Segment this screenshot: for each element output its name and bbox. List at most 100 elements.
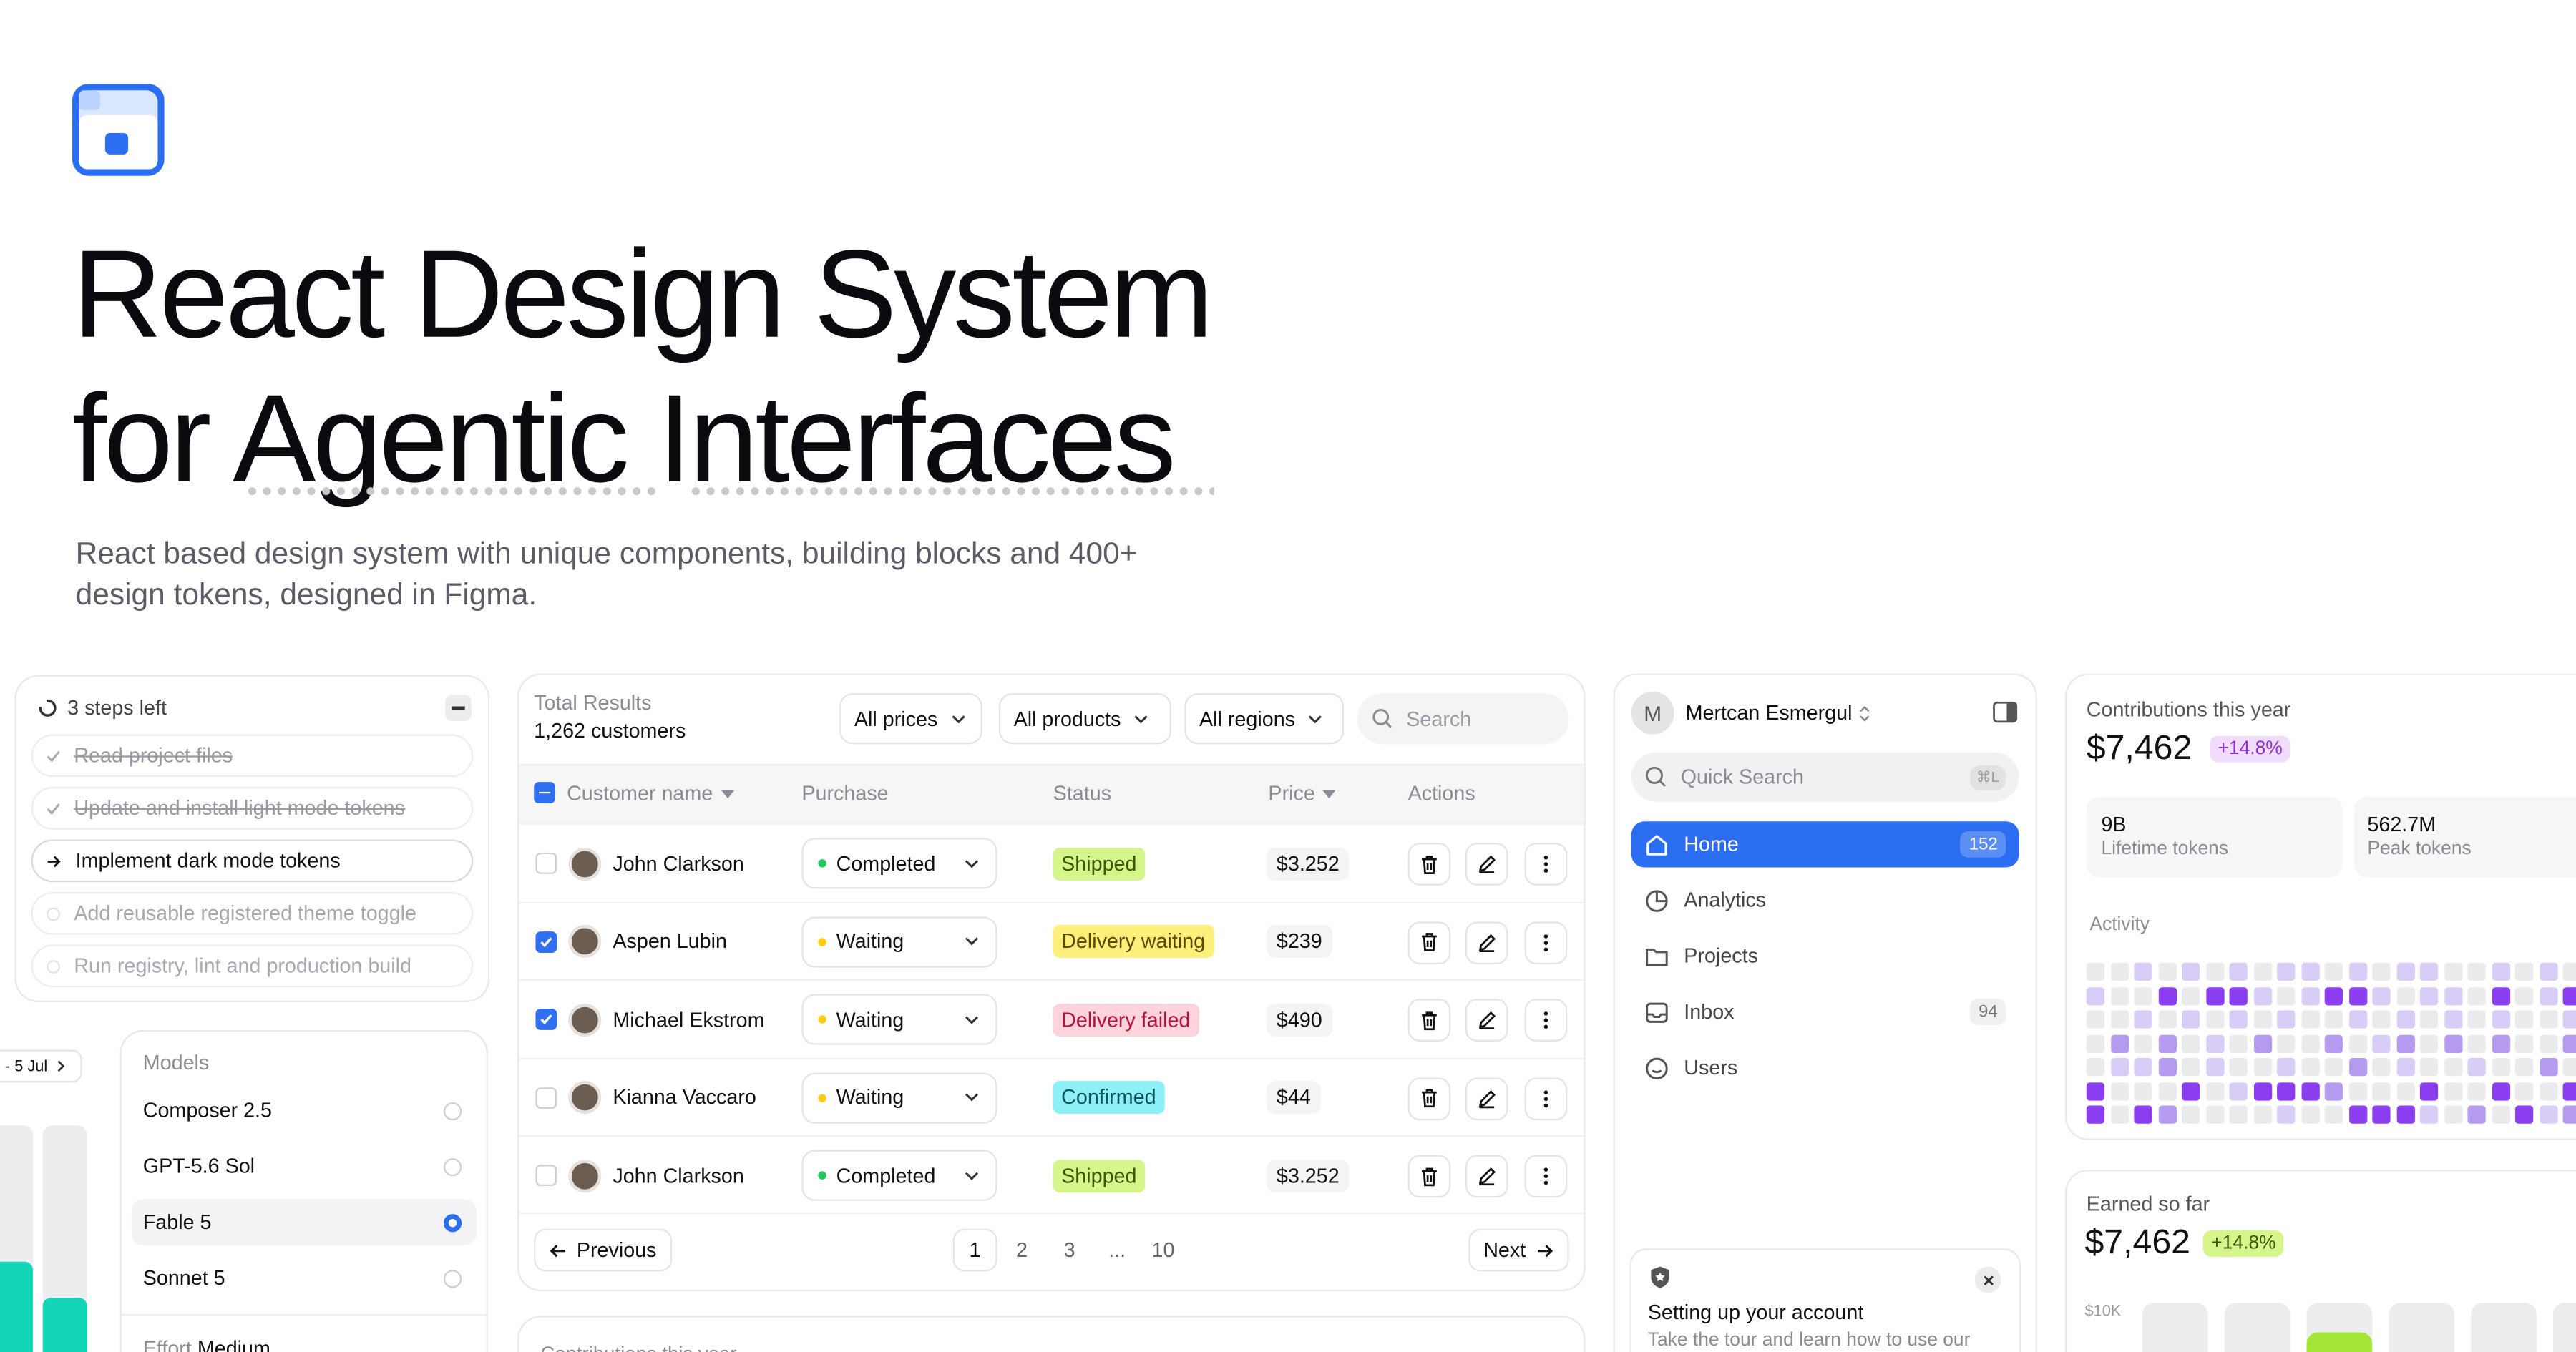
total-results-label: Total Results [534, 691, 652, 715]
column-purchase[interactable]: Purchase [801, 782, 888, 805]
row-checkbox[interactable] [535, 1059, 557, 1136]
radio-button-selected[interactable] [443, 1213, 462, 1232]
sidebar-toggle-icon[interactable] [1993, 701, 2018, 723]
filter-products[interactable]: All products [998, 693, 1171, 745]
activity-cell [2324, 986, 2343, 1005]
page-button[interactable]: 2 [1005, 1229, 1038, 1272]
stat-value: 9B [2101, 813, 2127, 836]
filter-regions[interactable]: All regions [1184, 693, 1345, 745]
table-row[interactable]: Kianna Vaccaro Waiting Confirmed $44 [519, 1057, 1584, 1135]
purchase-select[interactable]: Waiting [801, 994, 997, 1045]
purchase-label: Completed [836, 851, 936, 875]
page-button[interactable]: 3 [1053, 1229, 1086, 1272]
user-switcher[interactable]: Mertcan Esmergul [1686, 702, 1872, 725]
activity-cell [2301, 1010, 2319, 1029]
avatar[interactable]: M [1631, 691, 1674, 735]
step-item[interactable]: Update and install light mode tokens [31, 787, 474, 830]
earned-bar [2142, 1303, 2208, 1352]
activity-cell [2396, 1082, 2414, 1100]
column-price[interactable]: Price [1268, 782, 1337, 805]
next-page-button[interactable]: Next [1468, 1228, 1568, 1272]
activity-cell [2181, 1034, 2200, 1052]
row-checkbox[interactable] [535, 825, 557, 902]
model-option[interactable]: Sonnet 5 [132, 1255, 477, 1301]
contributions-value: $7,462 [2086, 729, 2192, 768]
sidebar-item-inbox[interactable]: Inbox 94 [1631, 989, 2019, 1034]
customer-cell: Aspen Lubin [568, 903, 727, 980]
edit-button[interactable] [1465, 921, 1508, 964]
radio-button[interactable] [443, 1269, 462, 1288]
steps-card: 3 steps left Read project files Update a… [14, 675, 490, 1002]
activity-cell [2253, 1082, 2272, 1100]
more-vertical-button[interactable] [1524, 1155, 1568, 1198]
model-option[interactable]: Composer 2.5 [132, 1087, 477, 1133]
edit-button[interactable] [1465, 1155, 1508, 1198]
row-checkbox[interactable] [535, 1137, 557, 1214]
purchase-select[interactable]: Waiting [801, 916, 997, 967]
step-item[interactable]: Add reusable registered theme toggle [31, 891, 474, 935]
trash-button[interactable] [1407, 1077, 1451, 1120]
trash-button[interactable] [1407, 921, 1451, 964]
folder-icon [1644, 944, 1669, 968]
previous-page-button[interactable]: Previous [534, 1228, 672, 1272]
more-vertical-button[interactable] [1524, 1077, 1568, 1120]
activity-cell [2467, 1010, 2486, 1029]
table-row[interactable]: Aspen Lubin Waiting Delivery waiting $239 [519, 901, 1584, 979]
status-dot [818, 1093, 826, 1102]
sidebar-item-home[interactable]: Home 152 [1631, 821, 2019, 868]
sidebar-item-users[interactable]: Users [1631, 1045, 2019, 1091]
column-customer-name[interactable]: Customer name [567, 782, 735, 805]
status-dot [818, 937, 826, 946]
purchase-select[interactable]: Waiting [801, 1072, 997, 1123]
step-item[interactable]: Run registry, lint and production build [31, 944, 474, 988]
page-button-current[interactable]: 1 [952, 1228, 997, 1272]
edit-button[interactable] [1465, 843, 1508, 886]
collapse-button[interactable] [445, 695, 472, 722]
column-status[interactable]: Status [1053, 782, 1111, 805]
edit-button[interactable] [1465, 1077, 1508, 1120]
checkbox[interactable] [535, 852, 557, 874]
edit-icon [1477, 1167, 1497, 1187]
checkbox[interactable] [535, 1165, 557, 1187]
more-vertical-button[interactable] [1524, 921, 1568, 964]
select-all-checkbox[interactable] [534, 782, 556, 803]
effort-setting[interactable]: Effort Medium [143, 1337, 270, 1352]
search-input[interactable]: Search [1357, 693, 1569, 745]
checkbox[interactable] [535, 1009, 557, 1030]
sidebar-item-analytics[interactable]: Analytics [1631, 877, 2019, 923]
column-actions: Actions [1408, 782, 1475, 805]
customer-name: Michael Ekstrom [613, 1007, 765, 1032]
check-icon [46, 801, 61, 816]
radio-button[interactable] [443, 1157, 462, 1176]
trash-button[interactable] [1407, 999, 1451, 1042]
purchase-select[interactable]: Completed [801, 1150, 997, 1201]
table-row[interactable]: John Clarkson Completed Shipped $3.252 [519, 1135, 1584, 1213]
step-item[interactable]: Read project files [31, 734, 474, 778]
date-range-picker[interactable]: - 5 Jul [0, 1049, 82, 1083]
more-vertical-button[interactable] [1524, 843, 1568, 886]
step-item[interactable]: Implement dark mode tokens [31, 839, 474, 883]
trash-button[interactable] [1407, 1155, 1451, 1198]
table-row[interactable]: Michael Ekstrom Waiting Delivery failed $49… [519, 979, 1584, 1057]
more-vertical-button[interactable] [1524, 999, 1568, 1042]
customer-cell: John Clarkson [568, 825, 744, 902]
checkbox[interactable] [535, 1087, 557, 1108]
page-button[interactable]: 10 [1145, 1229, 1181, 1272]
purchase-select[interactable]: Completed [801, 838, 997, 889]
edit-button[interactable] [1465, 999, 1508, 1042]
status-badge: Shipped [1053, 846, 1145, 880]
table-row[interactable]: John Clarkson Completed Shipped $3.252 [519, 823, 1584, 901]
customer-cell: Kianna Vaccaro [568, 1059, 756, 1136]
activity-cell [2277, 986, 2296, 1005]
model-option[interactable]: GPT-5.6 Sol [132, 1143, 477, 1189]
row-checkbox[interactable] [535, 981, 557, 1058]
close-icon[interactable] [1974, 1266, 2001, 1293]
sidebar-item-projects[interactable]: Projects [1631, 933, 2019, 979]
row-checkbox[interactable] [535, 903, 557, 980]
trash-button[interactable] [1407, 843, 1451, 886]
radio-button[interactable] [443, 1101, 462, 1120]
filter-prices[interactable]: All prices [839, 693, 982, 745]
model-option-selected[interactable]: Fable 5 [131, 1199, 477, 1245]
quick-search-input[interactable]: Quick Search ⌘L [1631, 752, 2019, 802]
checkbox[interactable] [535, 930, 557, 952]
